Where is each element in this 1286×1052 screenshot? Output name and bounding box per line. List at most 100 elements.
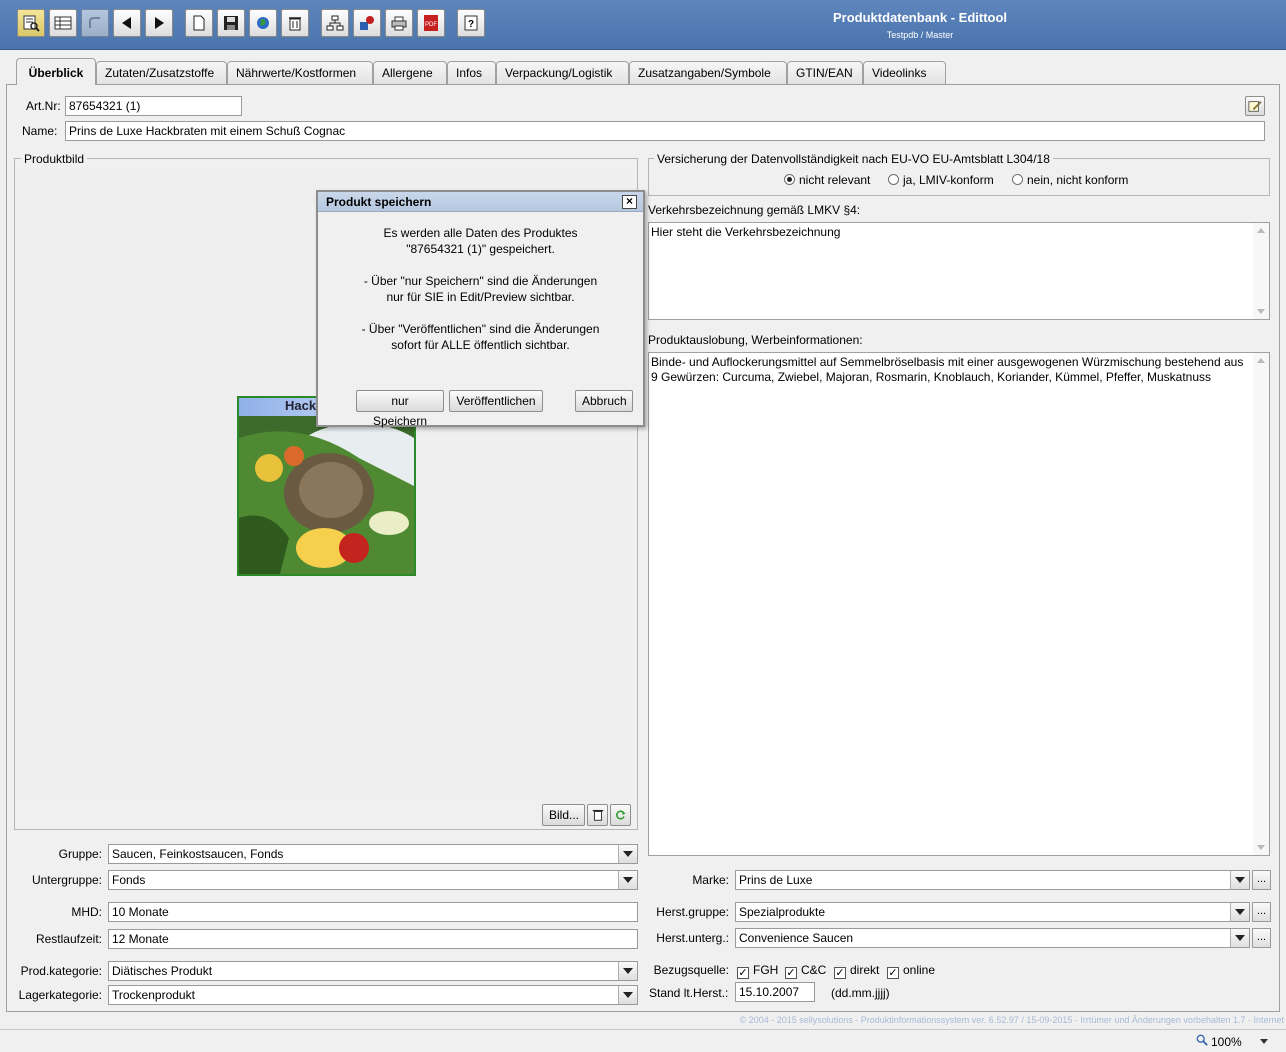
- untergruppe-select[interactable]: Fonds: [108, 870, 638, 890]
- abbruch-button[interactable]: Abbruch: [575, 390, 633, 412]
- app-title: Produktdatenbank - Edittool: [832, 10, 1008, 25]
- help-icon[interactable]: ?: [457, 9, 485, 37]
- lagerkategorie-value: Trockenprodukt: [112, 988, 195, 1002]
- radio-label: ja, LMIV-konform: [903, 173, 994, 187]
- copyright-text: © 2004 - 2015 sellysolutions - Produktin…: [739, 1015, 1284, 1025]
- save-dialog: Produkt speichern × Es werden alle Daten…: [316, 190, 645, 428]
- veroeffentlichen-button[interactable]: Veröffentlichen: [449, 390, 543, 412]
- produktauslobung-textarea[interactable]: Binde- und Auflockerungsmittel auf Semme…: [648, 352, 1270, 856]
- chevron-down-icon[interactable]: [618, 986, 637, 1004]
- marke-select[interactable]: Prins de Luxe: [735, 870, 1250, 890]
- tab-allergene[interactable]: Allergene: [373, 61, 447, 84]
- tab-verpackung[interactable]: Verpackung/Logistik: [496, 61, 629, 84]
- name-label: Name:: [22, 124, 58, 138]
- svg-text:PDF: PDF: [425, 22, 437, 28]
- artnr-field[interactable]: 87654321 (1): [65, 96, 242, 116]
- new-document-icon[interactable]: [185, 9, 213, 37]
- radio-label: nicht relevant: [799, 173, 871, 187]
- chevron-down-icon[interactable]: [1259, 1039, 1268, 1044]
- edit-icon: [1248, 101, 1262, 116]
- refresh-image-button[interactable]: [610, 804, 631, 826]
- radio-nicht-konform[interactable]: nein, nicht konform: [1012, 173, 1128, 187]
- chevron-down-icon[interactable]: [1230, 903, 1249, 921]
- prodkategorie-label: Prod.kategorie:: [20, 964, 102, 978]
- tab-ueberblick[interactable]: Überblick: [16, 58, 96, 85]
- trash-icon[interactable]: [281, 9, 309, 37]
- image-caption: Hack: [285, 398, 317, 413]
- nur-speichern-button[interactable]: nur Speichern: [356, 390, 444, 428]
- chevron-down-icon[interactable]: [1230, 871, 1249, 889]
- scrollbar[interactable]: [1253, 223, 1269, 319]
- herstunterg-label: Herst.unterg.:: [656, 931, 729, 945]
- hierarchy-icon[interactable]: [321, 9, 349, 37]
- herstunterg-select[interactable]: Convenience Saucen: [735, 928, 1250, 948]
- name-field[interactable]: Prins de Luxe Hackbraten mit einem Schuß…: [65, 121, 1265, 141]
- checkbox-online[interactable]: ✓ online: [887, 963, 935, 979]
- zoom-icon: [1196, 1034, 1208, 1049]
- chevron-down-icon[interactable]: [1230, 929, 1249, 947]
- herstgruppe-label: Herst.gruppe:: [656, 905, 729, 919]
- chevron-down-icon[interactable]: [618, 962, 637, 980]
- dialog-text-line: Es werden alle Daten des Produktes: [383, 226, 578, 240]
- produktbild-title: Produktbild: [21, 152, 88, 166]
- radio-nicht-relevant[interactable]: nicht relevant: [784, 173, 870, 187]
- mhd-field[interactable]: 10 Monate: [108, 902, 638, 922]
- marke-label: Marke:: [692, 873, 729, 887]
- save-icon[interactable]: [217, 9, 245, 37]
- chevron-down-icon[interactable]: [618, 845, 637, 863]
- produktauslobung-label: Produktauslobung, Werbeinformationen:: [648, 333, 863, 347]
- tools-icon[interactable]: [353, 9, 381, 37]
- radio-indicator[interactable]: [1012, 174, 1023, 185]
- checkbox-direkt[interactable]: ✓ direkt: [834, 963, 879, 979]
- arrow-left-icon[interactable]: [113, 9, 141, 37]
- delete-image-button[interactable]: [587, 804, 608, 826]
- bild-button[interactable]: Bild...: [542, 804, 585, 826]
- arrow-right-icon[interactable]: [145, 9, 173, 37]
- herstgruppe-select[interactable]: Spezialprodukte: [735, 902, 1250, 922]
- tab-infos[interactable]: Infos: [447, 61, 496, 84]
- check-icon[interactable]: ✓: [887, 967, 899, 979]
- herstgruppe-more-button[interactable]: ...: [1252, 902, 1271, 922]
- chevron-down-icon[interactable]: [618, 871, 637, 889]
- check-icon[interactable]: ✓: [834, 967, 846, 979]
- check-icon[interactable]: ✓: [785, 967, 797, 979]
- marke-more-button[interactable]: ...: [1252, 870, 1271, 890]
- scrollbar[interactable]: [1253, 353, 1269, 855]
- verkehrsbezeichnung-text: Hier steht die Verkehrsbezeichnung: [651, 225, 841, 239]
- svg-text:?: ?: [468, 19, 474, 30]
- zoom-control[interactable]: 100%: [1196, 1034, 1268, 1049]
- print-icon[interactable]: [385, 9, 413, 37]
- gruppe-select[interactable]: Saucen, Feinkostsaucen, Fonds: [108, 844, 638, 864]
- radio-indicator[interactable]: [888, 174, 899, 185]
- undo-icon[interactable]: [81, 9, 109, 37]
- dialog-text-line: - Über "Veröffentlichen" sind die Änderu…: [361, 322, 600, 336]
- check-icon[interactable]: ✓: [737, 967, 749, 979]
- radio-lmiv-konform[interactable]: ja, LMIV-konform: [888, 173, 994, 187]
- tab-videolinks[interactable]: Videolinks: [863, 61, 946, 84]
- prodkategorie-select[interactable]: Diätisches Produkt: [108, 961, 638, 981]
- checkbox-cc[interactable]: ✓ C&C: [785, 963, 826, 979]
- checkbox-fgh[interactable]: ✓ FGH: [737, 963, 778, 979]
- checkbox-label: FGH: [753, 963, 779, 977]
- verkehrsbezeichnung-textarea[interactable]: Hier steht die Verkehrsbezeichnung: [648, 222, 1270, 320]
- pdf-icon[interactable]: PDF: [417, 9, 445, 37]
- lagerkategorie-select[interactable]: Trockenprodukt: [108, 985, 638, 1005]
- tab-zusatzangaben[interactable]: Zusatzangaben/Symbole: [629, 61, 787, 84]
- globe-icon[interactable]: [249, 9, 277, 37]
- search-icon[interactable]: [17, 9, 45, 37]
- tab-naehrwerte[interactable]: Nährwerte/Kostformen: [227, 61, 373, 84]
- tab-zutaten[interactable]: Zutaten/Zusatzstoffe: [96, 61, 227, 84]
- tab-gtin[interactable]: GTIN/EAN: [787, 61, 863, 84]
- close-icon[interactable]: ×: [622, 195, 637, 209]
- herstgruppe-value: Spezialprodukte: [739, 905, 826, 919]
- herstunterg-more-button[interactable]: ...: [1252, 928, 1271, 948]
- edit-button[interactable]: [1245, 96, 1265, 116]
- restlaufzeit-field[interactable]: 12 Monate: [108, 929, 638, 949]
- stand-date-field[interactable]: 15.10.2007: [735, 982, 815, 1002]
- produktauslobung-text: Binde- und Auflockerungsmittel auf Semme…: [651, 355, 1244, 384]
- gruppe-label: Gruppe:: [58, 847, 102, 861]
- versicherung-title: Versicherung der Datenvollständigkeit na…: [654, 152, 1053, 166]
- table-icon[interactable]: [49, 9, 77, 37]
- dialog-text-line: sofort für ALLE öffentlich sichtbar.: [391, 338, 570, 352]
- radio-indicator[interactable]: [784, 174, 795, 185]
